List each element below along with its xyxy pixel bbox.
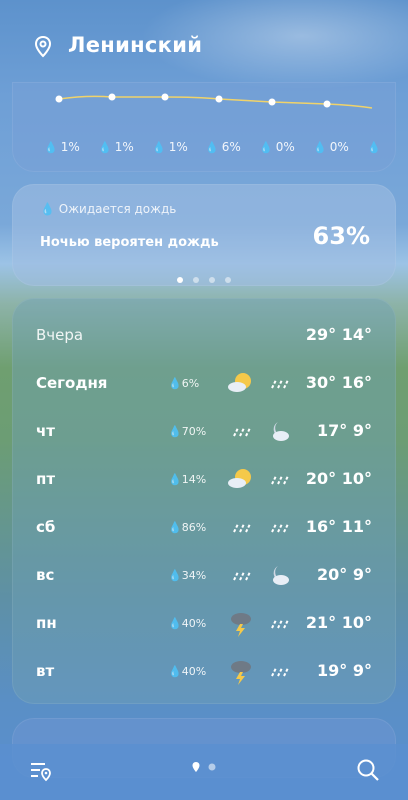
rain-icon	[271, 379, 289, 389]
temperature-range: 20° 9°	[317, 565, 372, 584]
precip-chance: 💧86%	[168, 521, 207, 534]
carousel-dot[interactable]	[225, 277, 231, 283]
day-label: вт	[36, 662, 55, 680]
rain-icon	[233, 427, 251, 437]
forecast-row-yesterday[interactable]: Вчера 29° 14°	[12, 316, 396, 356]
sun-cloud-icon	[228, 373, 251, 392]
precip-chance: 💧70%	[168, 425, 207, 438]
rain-icon	[271, 667, 289, 677]
precip-chance: 💧14%	[168, 473, 207, 486]
rain-probability: 63%	[312, 222, 370, 250]
day-label: чт	[36, 422, 55, 440]
day-label: пт	[36, 470, 56, 488]
drop-icon: 💧	[313, 141, 327, 154]
rain-alert-card[interactable]: 💧 Ожидается дождь Ночью вероятен дождь 6…	[12, 184, 396, 286]
daily-forecast-card[interactable]: Вчера 29° 14° Сегодня 💧6% 30° 16° чт 💧70…	[12, 298, 396, 704]
hourly-precip: 💧 0%	[259, 140, 295, 154]
sun-cloud-icon	[228, 469, 251, 488]
day-label: сб	[36, 518, 56, 536]
temperature-range: 29° 14°	[305, 325, 372, 344]
moon-cloud-icon	[273, 566, 289, 585]
page-indicator[interactable]	[191, 761, 217, 773]
rain-icon	[271, 523, 289, 533]
hourly-precip: 💧 0%	[313, 140, 349, 154]
forecast-row[interactable]: сб 💧86% 16° 11°	[12, 508, 396, 548]
rain-icon	[271, 475, 289, 485]
drop-icon: 💧	[98, 141, 112, 154]
drop-icon: 💧	[152, 141, 166, 154]
hourly-precip: 💧 1%	[98, 140, 134, 154]
drop-icon: 💧	[205, 141, 219, 154]
precip-chance: 💧40%	[168, 665, 207, 678]
forecast-row[interactable]: вт 💧40% 19° 9°	[12, 652, 396, 692]
hourly-precip: 💧 6%	[205, 140, 241, 154]
thunderstorm-icon	[231, 661, 251, 685]
forecast-row[interactable]: пн 💧40% 21° 10°	[12, 604, 396, 644]
forecast-row[interactable]: чт 💧70% 17° 9°	[12, 412, 396, 452]
day-label: вс	[36, 566, 55, 584]
precip-chance: 💧34%	[168, 569, 207, 582]
hourly-forecast-card[interactable]: 💧 1% 💧 1% 💧 1% 💧 6% 💧 0% 💧 0% 💧	[12, 82, 396, 172]
hourly-precip: 💧 1%	[152, 140, 188, 154]
bottom-navigation	[0, 744, 408, 800]
rain-alert-text: Ночью вероятен дождь	[40, 235, 219, 250]
precip-chance: 💧6%	[168, 377, 200, 390]
moon-cloud-icon	[273, 422, 289, 441]
drop-icon: 💧	[259, 141, 273, 154]
hourly-precip: 💧 1%	[44, 140, 80, 154]
rain-icon	[233, 571, 251, 581]
carousel-dot[interactable]	[177, 277, 183, 283]
drop-icon: 💧	[44, 141, 58, 154]
temperature-range: 17° 9°	[317, 421, 372, 440]
temperature-range: 16° 11°	[305, 517, 372, 536]
temperature-range: 19° 9°	[317, 661, 372, 680]
carousel-dots[interactable]	[12, 268, 396, 287]
rain-alert-subtitle: 💧 Ожидается дождь	[40, 202, 177, 216]
header: Ленинский	[0, 0, 408, 90]
city-name[interactable]: Ленинский	[68, 33, 202, 57]
rain-icon	[271, 619, 289, 629]
day-label: Вчера	[36, 326, 84, 344]
day-label: Сегодня	[36, 374, 108, 392]
temperature-range: 21° 10°	[305, 613, 372, 632]
rain-icon	[233, 523, 251, 533]
precip-chance: 💧40%	[168, 617, 207, 630]
carousel-dot[interactable]	[193, 277, 199, 283]
temperature-range: 30° 16°	[305, 373, 372, 392]
location-pin-icon	[34, 36, 52, 58]
drop-icon: 💧	[367, 141, 381, 154]
forecast-row[interactable]: вс 💧34% 20° 9°	[12, 556, 396, 596]
forecast-row[interactable]: пт 💧14% 20° 10°	[12, 460, 396, 500]
carousel-dot[interactable]	[209, 277, 215, 283]
rain-drops-icon: 💧	[40, 202, 55, 216]
day-label: пн	[36, 614, 57, 632]
hourly-temperature-curve	[55, 93, 373, 109]
forecast-row[interactable]: Сегодня 💧6% 30° 16°	[12, 364, 396, 404]
search-icon[interactable]	[356, 758, 380, 782]
temperature-range: 20° 10°	[305, 469, 372, 488]
location-list-icon[interactable]	[30, 760, 52, 782]
thunderstorm-icon	[231, 613, 251, 637]
hourly-precip-partial: 💧	[367, 140, 384, 154]
